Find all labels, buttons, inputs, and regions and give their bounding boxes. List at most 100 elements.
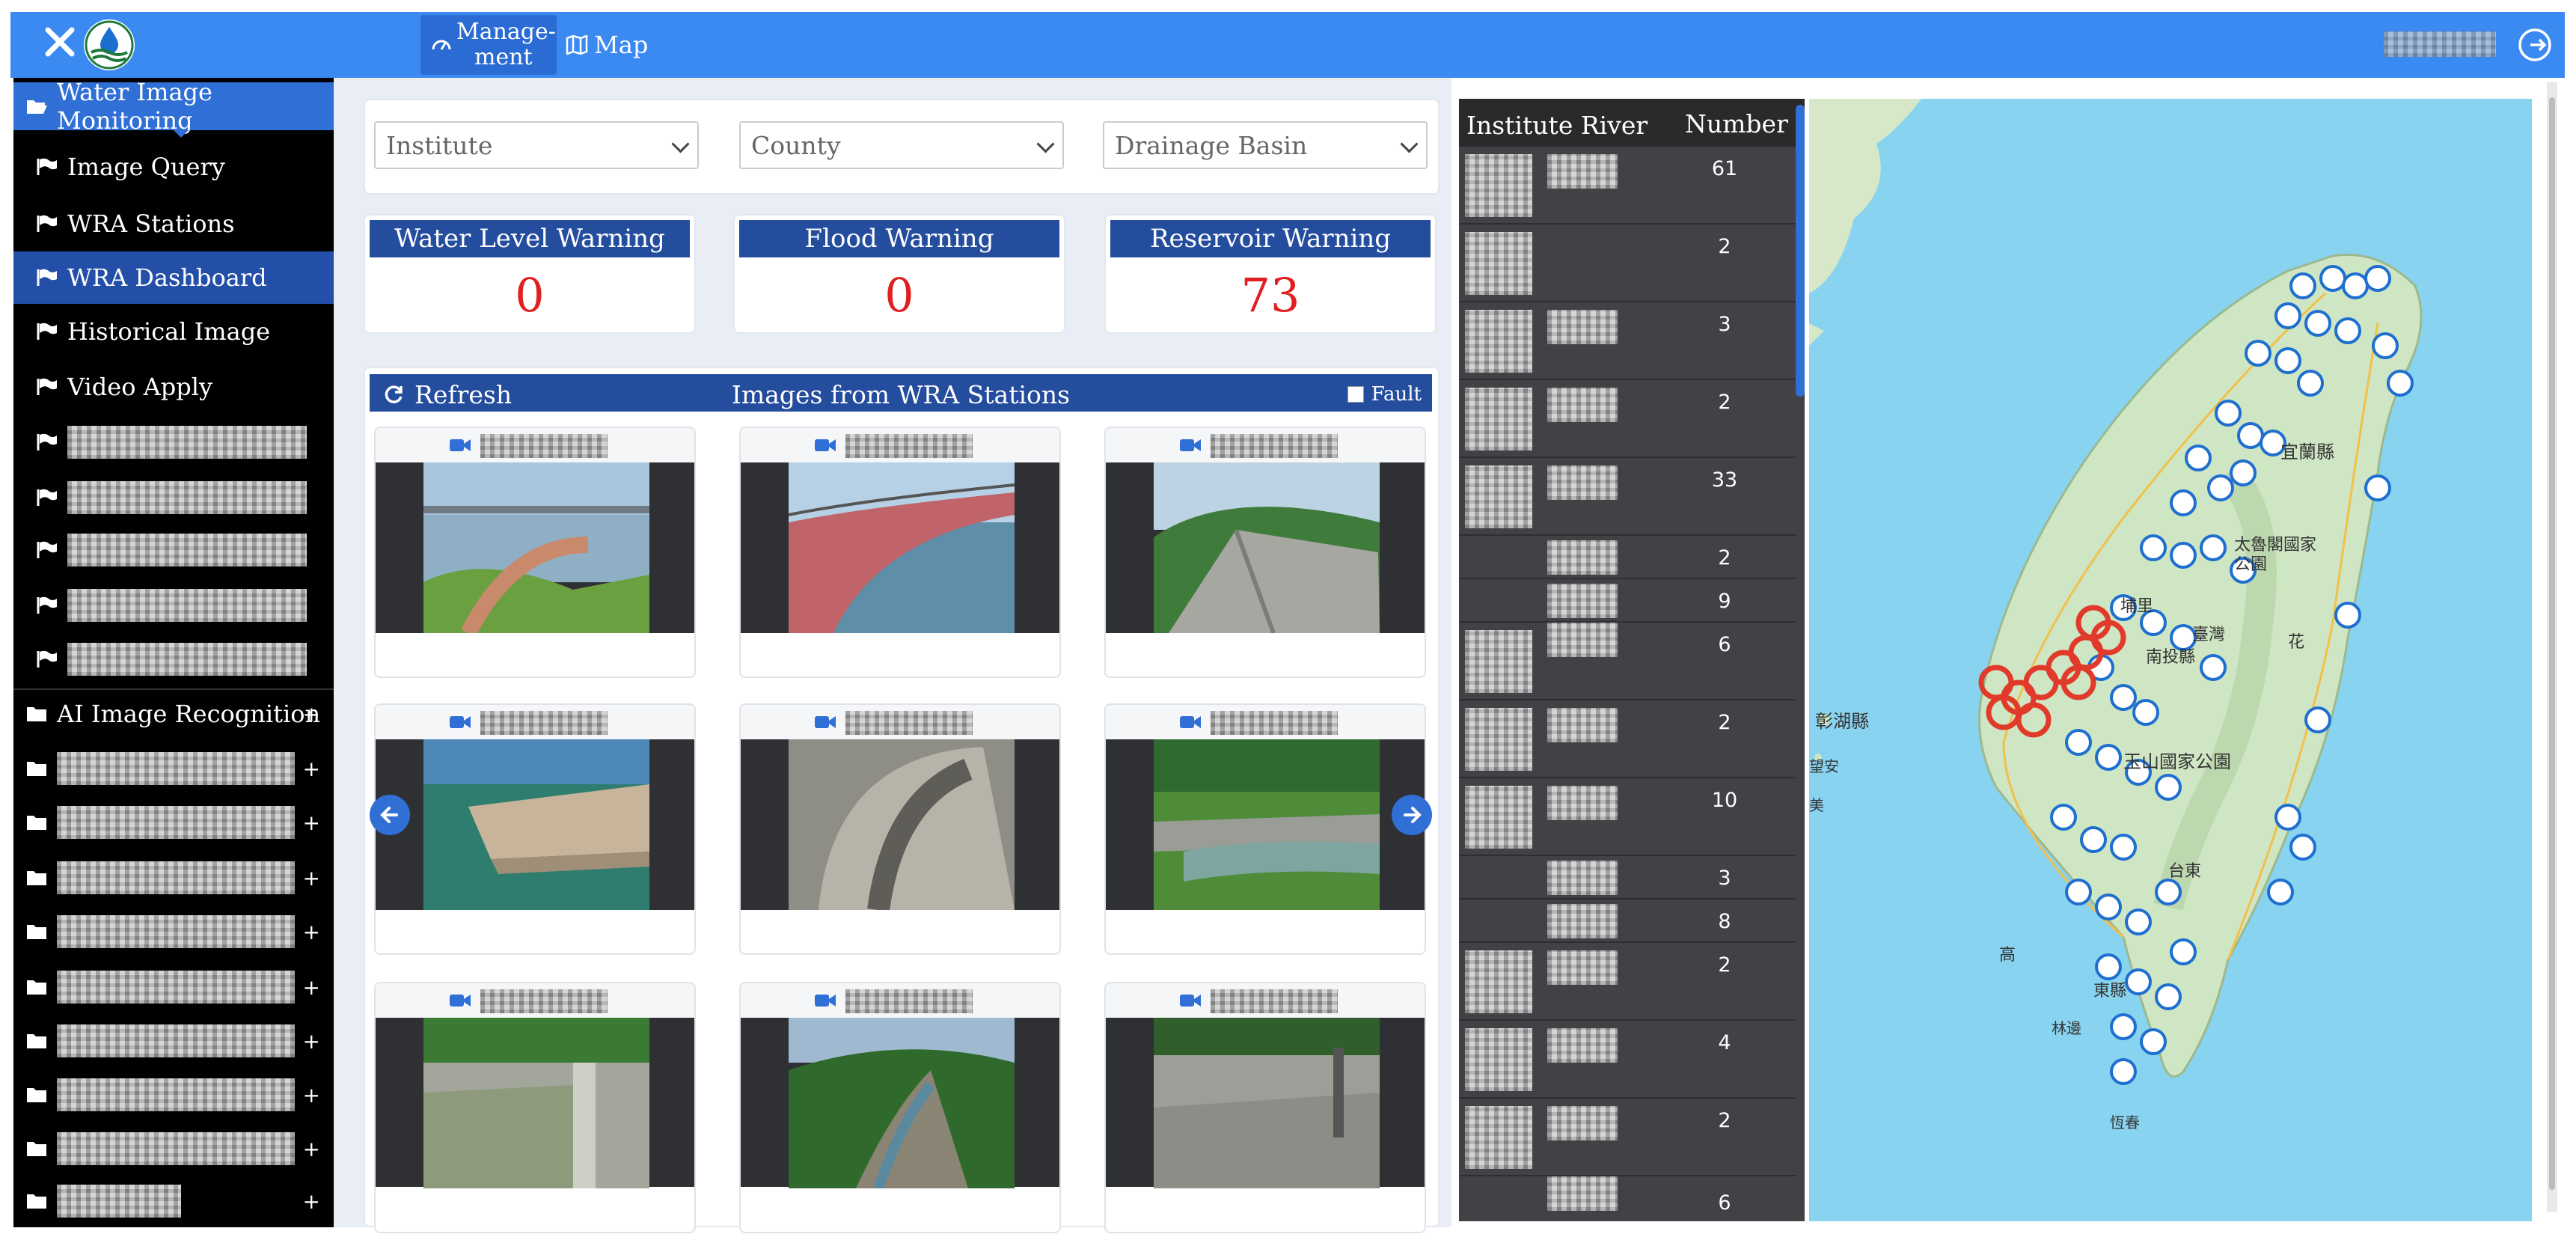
nav-management[interactable]: Manage-ment [420,15,557,75]
sidebar-group-label: AI Image Recognition [57,700,321,728]
table-row[interactable]: 2 [1459,380,1796,458]
logout-icon[interactable] [2517,27,2553,63]
institute-select[interactable]: Institute [374,121,699,169]
sidebar-item-redacted[interactable] [13,635,334,684]
sidebar-group-redacted[interactable]: + [13,798,334,847]
row-number: 9 [1718,590,1731,613]
station-name-redacted [480,434,608,458]
sidebar-group-redacted[interactable]: + [13,962,334,1012]
sidebar-item-wra-stations[interactable]: WRA Stations [13,198,334,250]
station-image-card[interactable] [374,982,696,1233]
flag-icon [37,596,57,614]
sidebar-section-label: Water Image Monitoring [57,78,212,135]
county-select[interactable]: County [739,121,1064,169]
sidebar-group-redacted[interactable]: + [13,744,334,793]
river-redacted [1547,950,1618,985]
map-view[interactable]: 宜蘭縣 太魯閣國家公園 埔里 臺灣 南投縣 花 彰湖縣 望安 美 玉山國家公園 … [1809,99,2532,1221]
station-image-card[interactable] [374,427,696,678]
sidebar-item-redacted[interactable] [13,525,334,575]
table-row[interactable]: 2 [1459,943,1796,1021]
close-icon[interactable] [43,25,76,58]
row-number: 6 [1718,1191,1731,1215]
expand-icon[interactable]: + [303,1083,320,1108]
sidebar-group-redacted[interactable]: + [13,1070,334,1120]
sidebar-group-redacted[interactable]: + [13,1124,334,1173]
map-label: 高 [1999,946,2016,965]
page-scrollbar[interactable] [2547,82,2557,1212]
institute-redacted [1465,1028,1532,1091]
table-row[interactable]: 3 [1459,856,1796,900]
river-redacted [1547,584,1618,618]
table-row[interactable]: 8 [1459,900,1796,943]
sidebar-item-redacted[interactable] [13,418,334,467]
station-image-card[interactable] [739,703,1061,955]
fault-filter[interactable]: Fault [1347,383,1422,406]
station-image-card[interactable] [374,703,696,955]
sidebar-item-label: Image Query [67,153,225,181]
table-row[interactable]: 9 [1459,579,1796,623]
drainage-basin-select[interactable]: Drainage Basin [1103,121,1428,169]
map-label: 彰湖縣 [1815,711,1869,732]
sidebar-item-historical-image[interactable]: Historical Image [13,305,334,358]
sidebar-item-wra-dashboard[interactable]: WRA Dashboard [13,251,334,304]
expand-icon[interactable]: + [303,810,320,835]
reservoir-warning-card[interactable]: Reservoir Warning 73 [1104,214,1437,334]
station-image-card[interactable] [739,427,1061,678]
flood-warning-card[interactable]: Flood Warning 0 [733,214,1065,334]
institute-redacted [1465,465,1532,528]
table-row[interactable]: 2 [1459,225,1796,302]
table-row[interactable]: 3 [1459,302,1796,380]
station-image-card[interactable] [1104,703,1426,955]
station-image-card[interactable] [1104,427,1426,678]
sidebar-group-redacted[interactable]: + [13,907,334,956]
river-redacted [1547,623,1618,657]
page-scrollbar-thumb[interactable] [2549,97,2555,1190]
fault-checkbox[interactable] [1347,386,1364,403]
sidebar-item-label: WRA Stations [67,210,235,238]
table-row[interactable]: 4 [1459,1021,1796,1099]
table-scrollbar[interactable] [1796,105,1805,397]
sidebar-group-redacted[interactable]: + [13,1178,334,1224]
county-select-value: County [751,130,841,160]
table-row[interactable]: 6 [1459,1176,1796,1221]
expand-icon[interactable]: + [303,1189,320,1214]
water-level-warning-card[interactable]: Water Level Warning 0 [364,214,696,334]
table-row[interactable]: 2 [1459,536,1796,579]
expand-icon[interactable]: + [303,975,320,1000]
redacted-label [57,971,295,1004]
warning-count: 73 [1240,268,1300,323]
sidebar-item-redacted[interactable] [13,473,334,522]
next-page-button[interactable] [1392,795,1432,835]
sidebar-item-video-apply[interactable]: Video Apply [13,361,334,413]
flag-icon [37,489,57,506]
expand-icon[interactable]: + [303,702,320,727]
map-label: 臺灣 [2192,626,2226,644]
river-redacted [1547,1176,1618,1211]
sidebar-group-redacted[interactable]: + [13,1016,334,1066]
river-redacted [1547,708,1618,742]
expand-icon[interactable]: + [303,866,320,891]
expand-icon[interactable]: + [303,757,320,781]
expand-icon[interactable]: + [303,920,320,944]
sidebar-item-image-query[interactable]: Image Query [13,141,334,193]
sidebar-group-redacted[interactable]: + [13,853,334,902]
table-row[interactable]: 10 [1459,778,1796,856]
river-redacted [1547,786,1618,820]
table-row[interactable]: 33 [1459,458,1796,536]
expand-icon[interactable]: + [303,1029,320,1054]
station-image-card[interactable] [739,982,1061,1233]
table-row[interactable]: 2 [1459,1099,1796,1176]
table-row[interactable]: 6 [1459,623,1796,700]
sidebar-item-redacted[interactable] [13,581,334,630]
table-row[interactable]: 2 [1459,700,1796,778]
sidebar-section-water-image-monitoring[interactable]: Water Image Monitoring [13,78,334,138]
expand-icon[interactable]: + [303,1137,320,1161]
table-row[interactable]: 61 [1459,147,1796,225]
nav-map[interactable]: Map [566,22,648,67]
redacted-label [67,589,307,622]
station-photo [1154,1018,1380,1188]
prev-page-button[interactable] [370,795,410,835]
sidebar-group-ai-image-recognition[interactable]: AI Image Recognition + [13,688,334,738]
station-image-card[interactable] [1104,982,1426,1233]
video-camera-icon [450,995,471,1007]
